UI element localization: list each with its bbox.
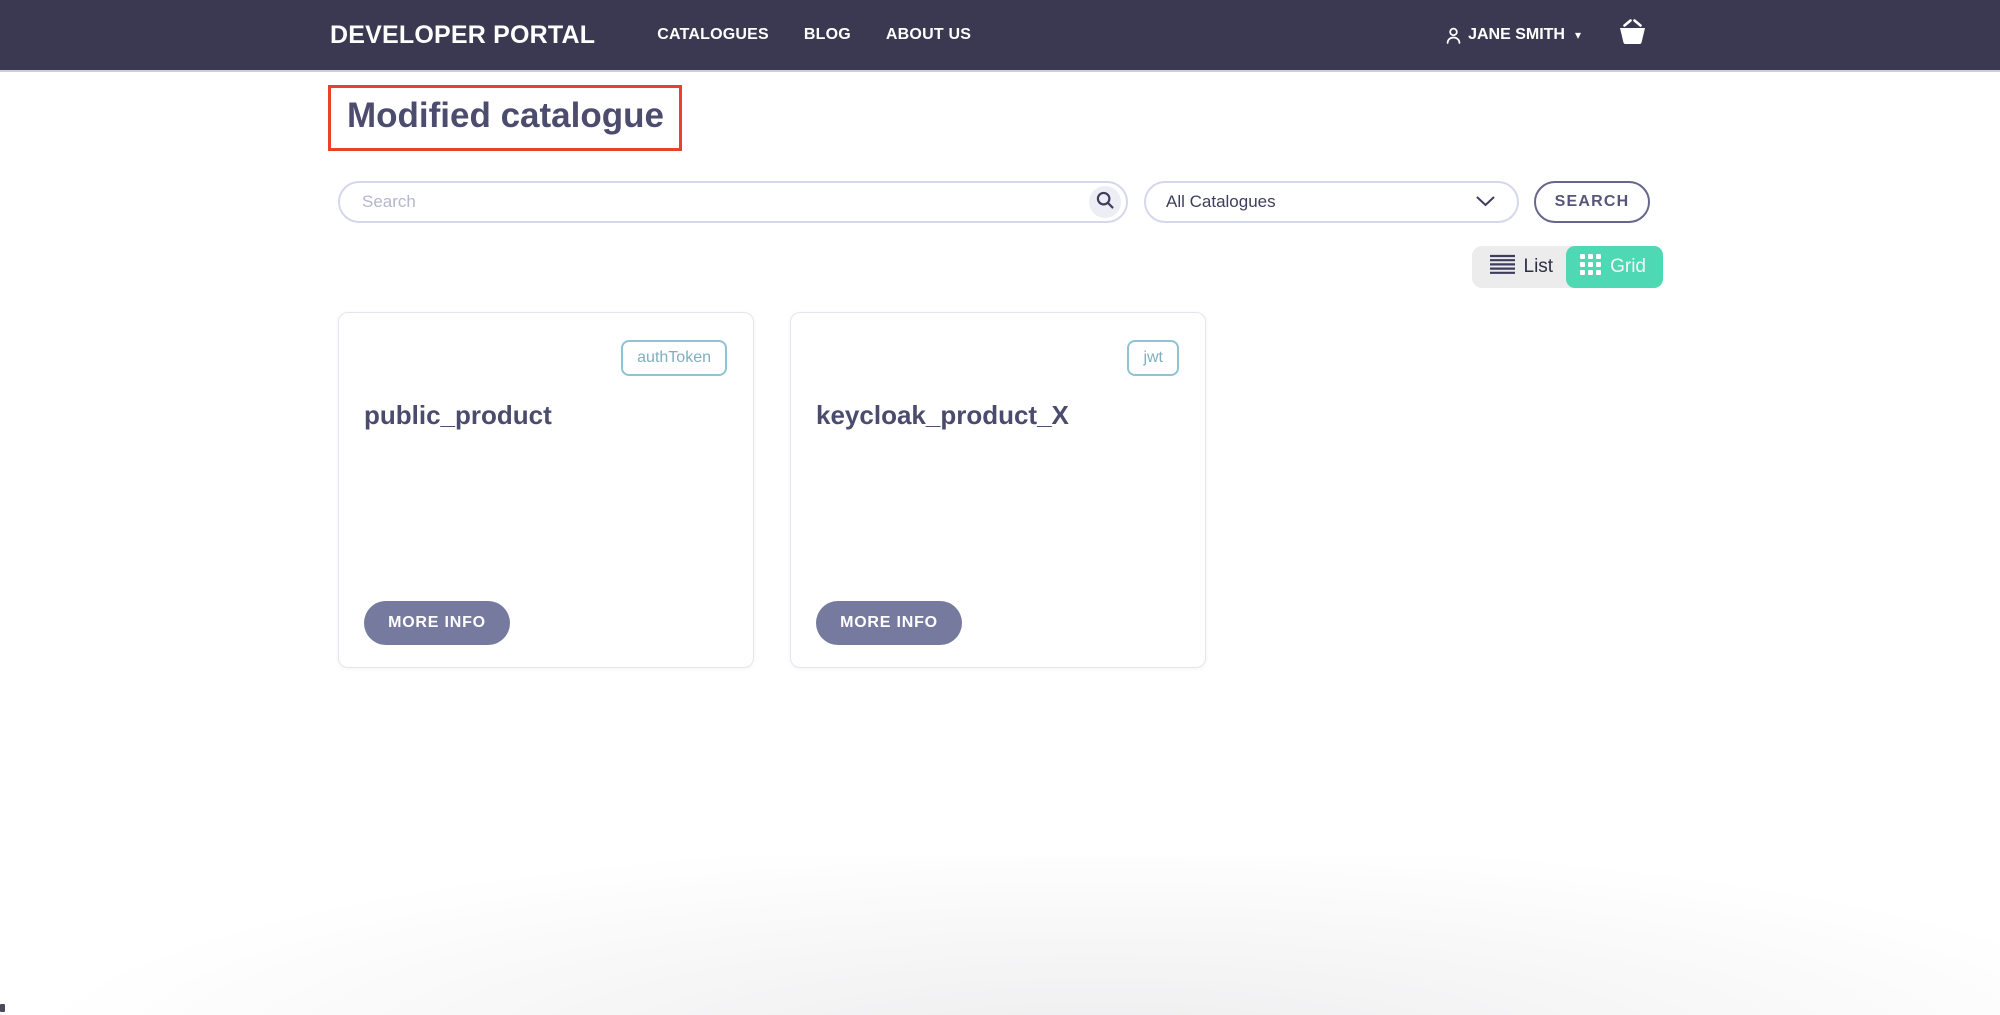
page-title: Modified catalogue (347, 96, 664, 136)
search-button[interactable]: SEARCH (1534, 181, 1650, 223)
brand-title[interactable]: DEVELOPER PORTAL (330, 21, 595, 50)
chevron-down-icon (1476, 192, 1495, 212)
top-navbar: DEVELOPER PORTAL CATALOGUES BLOG ABOUT U… (0, 0, 2000, 72)
catalogue-filter-value: All Catalogues (1166, 192, 1276, 212)
nav-link-about-us[interactable]: ABOUT US (886, 26, 971, 44)
search-icon-button[interactable] (1089, 186, 1121, 218)
bottom-gradient-shading (0, 855, 2000, 1015)
chevron-down-icon: ▾ (1575, 28, 1581, 42)
navbar-right-section: JANE SMITH ▾ (1444, 19, 1648, 51)
product-name: keycloak_product_X (816, 400, 1179, 431)
grid-view-label: Grid (1610, 256, 1646, 278)
page-title-highlight-box: Modified catalogue (328, 85, 682, 151)
grid-view-button[interactable]: Grid (1566, 246, 1663, 288)
user-name: JANE SMITH (1468, 26, 1565, 44)
page-content: Modified catalogue All Catalogues (0, 72, 2000, 668)
list-view-label: List (1524, 256, 1554, 278)
basket-icon (1617, 19, 1648, 51)
grid-icon (1580, 254, 1601, 281)
auth-type-badge: jwt (1127, 340, 1179, 376)
nav-link-catalogues[interactable]: CATALOGUES (657, 26, 769, 44)
list-view-button[interactable]: List (1472, 246, 1567, 288)
more-info-button[interactable]: MORE INFO (364, 601, 510, 645)
view-toggle-row: List Grid (338, 246, 1663, 288)
search-input[interactable] (360, 191, 1074, 213)
list-icon (1490, 254, 1515, 281)
magnifier-icon (1095, 190, 1115, 215)
auth-type-badge: authToken (621, 340, 727, 376)
catalogue-filter-select[interactable]: All Catalogues (1144, 181, 1519, 223)
user-menu[interactable]: JANE SMITH ▾ (1444, 26, 1581, 45)
nav-link-blog[interactable]: BLOG (804, 26, 851, 44)
person-icon (1444, 26, 1463, 45)
search-field (338, 181, 1128, 223)
product-card: authToken public_product MORE INFO (338, 312, 754, 668)
main-nav: CATALOGUES BLOG ABOUT US (657, 26, 971, 44)
product-name: public_product (364, 400, 727, 431)
view-toggle: List Grid (1472, 246, 1663, 288)
bottom-left-artifact (0, 1004, 5, 1012)
product-card: jwt keycloak_product_X MORE INFO (790, 312, 1206, 668)
basket-button[interactable] (1617, 19, 1648, 51)
search-row: All Catalogues SEARCH (338, 181, 1660, 223)
product-card-grid: authToken public_product MORE INFO jwt k… (338, 312, 2000, 668)
more-info-button[interactable]: MORE INFO (816, 601, 962, 645)
